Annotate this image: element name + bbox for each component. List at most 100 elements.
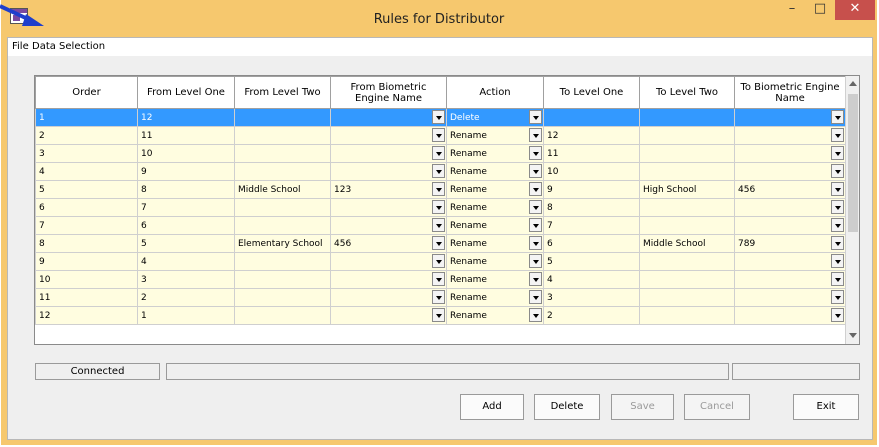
- chevron-down-icon[interactable]: [529, 254, 542, 268]
- cell-from-level-two[interactable]: [234, 306, 331, 325]
- cell-to-biometric-engine[interactable]: [734, 270, 846, 289]
- cell-from-biometric-engine[interactable]: [330, 216, 447, 235]
- cell-to-level-two[interactable]: [639, 198, 735, 217]
- cell-to-level-one[interactable]: [543, 108, 640, 127]
- cell-to-level-one[interactable]: 7: [543, 216, 640, 235]
- cell-from-level-one[interactable]: 10: [137, 144, 235, 163]
- chevron-down-icon[interactable]: [529, 182, 542, 196]
- cell-from-level-two[interactable]: [234, 252, 331, 271]
- cell-to-biometric-engine[interactable]: 789: [734, 234, 846, 253]
- col-header-from-level-one[interactable]: From Level One: [137, 76, 235, 109]
- cell-to-biometric-engine[interactable]: [734, 144, 846, 163]
- chevron-down-icon[interactable]: [529, 290, 542, 304]
- cell-to-level-one[interactable]: 5: [543, 252, 640, 271]
- table-row[interactable]: 10 3 Rename 4: [35, 270, 846, 289]
- cell-from-level-two[interactable]: Elementary School: [234, 234, 331, 253]
- chevron-down-icon[interactable]: [831, 164, 844, 178]
- cell-from-level-one[interactable]: 4: [137, 252, 235, 271]
- delete-button[interactable]: Delete: [534, 394, 600, 420]
- chevron-down-icon[interactable]: [432, 236, 445, 250]
- col-header-to-level-two[interactable]: To Level Two: [639, 76, 735, 109]
- cell-from-level-one[interactable]: 11: [137, 126, 235, 145]
- col-header-from-biometric-engine[interactable]: From Biometric Engine Name: [330, 76, 447, 109]
- cell-from-level-one[interactable]: 9: [137, 162, 235, 181]
- cell-from-biometric-engine[interactable]: [330, 198, 447, 217]
- cell-from-level-two[interactable]: [234, 108, 331, 127]
- cell-action[interactable]: Rename: [446, 162, 544, 181]
- table-row[interactable]: 2 11 Rename 12: [35, 126, 846, 145]
- table-row[interactable]: 8 5 Elementary School 456 Rename 6 Middle Scho…: [35, 234, 846, 253]
- cell-action[interactable]: Rename: [446, 234, 544, 253]
- table-row[interactable]: 6 7 Rename 8: [35, 198, 846, 217]
- chevron-down-icon[interactable]: [529, 110, 542, 124]
- cancel-button[interactable]: Cancel: [684, 394, 750, 420]
- chevron-down-icon[interactable]: [432, 218, 445, 232]
- cell-from-level-two[interactable]: [234, 162, 331, 181]
- cell-from-biometric-engine[interactable]: [330, 108, 447, 127]
- chevron-down-icon[interactable]: [432, 272, 445, 286]
- scroll-up-icon[interactable]: [849, 81, 857, 86]
- col-header-from-level-two[interactable]: From Level Two: [234, 76, 331, 109]
- chevron-down-icon[interactable]: [432, 308, 445, 322]
- cell-to-level-two[interactable]: [639, 126, 735, 145]
- chevron-down-icon[interactable]: [831, 200, 844, 214]
- cell-to-biometric-engine[interactable]: [734, 198, 846, 217]
- cell-to-level-one[interactable]: 4: [543, 270, 640, 289]
- cell-from-biometric-engine[interactable]: [330, 144, 447, 163]
- chevron-down-icon[interactable]: [831, 308, 844, 322]
- cell-order[interactable]: 7: [35, 216, 138, 235]
- chevron-down-icon[interactable]: [432, 182, 445, 196]
- cell-order[interactable]: 8: [35, 234, 138, 253]
- cell-to-biometric-engine[interactable]: [734, 126, 846, 145]
- cell-from-level-two[interactable]: [234, 198, 331, 217]
- chevron-down-icon[interactable]: [432, 254, 445, 268]
- chevron-down-icon[interactable]: [831, 290, 844, 304]
- col-header-to-biometric-engine[interactable]: To Biometric Engine Name: [734, 76, 846, 109]
- chevron-down-icon[interactable]: [529, 308, 542, 322]
- cell-to-level-one[interactable]: 8: [543, 198, 640, 217]
- scroll-thumb[interactable]: [848, 94, 858, 232]
- col-header-order[interactable]: Order: [35, 76, 138, 109]
- cell-to-level-two[interactable]: [639, 306, 735, 325]
- chevron-down-icon[interactable]: [529, 218, 542, 232]
- chevron-down-icon[interactable]: [529, 236, 542, 250]
- table-row[interactable]: 12 1 Rename 2: [35, 306, 846, 325]
- cell-action[interactable]: Delete: [446, 108, 544, 127]
- cell-to-level-one[interactable]: 2: [543, 306, 640, 325]
- chevron-down-icon[interactable]: [432, 200, 445, 214]
- cell-order[interactable]: 5: [35, 180, 138, 199]
- chevron-down-icon[interactable]: [529, 272, 542, 286]
- cell-from-level-one[interactable]: 3: [137, 270, 235, 289]
- cell-from-level-two[interactable]: [234, 126, 331, 145]
- cell-from-level-one[interactable]: 7: [137, 198, 235, 217]
- minimize-button[interactable]: –: [779, 0, 805, 20]
- grid-vertical-scrollbar[interactable]: [845, 76, 859, 344]
- chevron-down-icon[interactable]: [529, 128, 542, 142]
- cell-from-biometric-engine[interactable]: [330, 252, 447, 271]
- chevron-down-icon[interactable]: [831, 272, 844, 286]
- chevron-down-icon[interactable]: [529, 146, 542, 160]
- add-button[interactable]: Add: [460, 394, 524, 420]
- chevron-down-icon[interactable]: [831, 182, 844, 196]
- chevron-down-icon[interactable]: [432, 290, 445, 304]
- chevron-down-icon[interactable]: [831, 110, 844, 124]
- cell-action[interactable]: Rename: [446, 198, 544, 217]
- chevron-down-icon[interactable]: [432, 164, 445, 178]
- chevron-down-icon[interactable]: [831, 128, 844, 142]
- chevron-down-icon[interactable]: [831, 218, 844, 232]
- cell-order[interactable]: 3: [35, 144, 138, 163]
- cell-from-level-one[interactable]: 1: [137, 306, 235, 325]
- chevron-down-icon[interactable]: [831, 146, 844, 160]
- cell-to-level-two[interactable]: [639, 252, 735, 271]
- cell-from-biometric-engine[interactable]: [330, 306, 447, 325]
- cell-from-biometric-engine[interactable]: 456: [330, 234, 447, 253]
- col-header-to-level-one[interactable]: To Level One: [543, 76, 640, 109]
- chevron-down-icon[interactable]: [432, 110, 445, 124]
- cell-to-level-one[interactable]: 3: [543, 288, 640, 307]
- cell-from-level-one[interactable]: 2: [137, 288, 235, 307]
- scroll-down-icon[interactable]: [849, 333, 857, 338]
- chevron-down-icon[interactable]: [831, 236, 844, 250]
- cell-from-level-one[interactable]: 12: [137, 108, 235, 127]
- cell-to-level-two[interactable]: [639, 288, 735, 307]
- cell-action[interactable]: Rename: [446, 180, 544, 199]
